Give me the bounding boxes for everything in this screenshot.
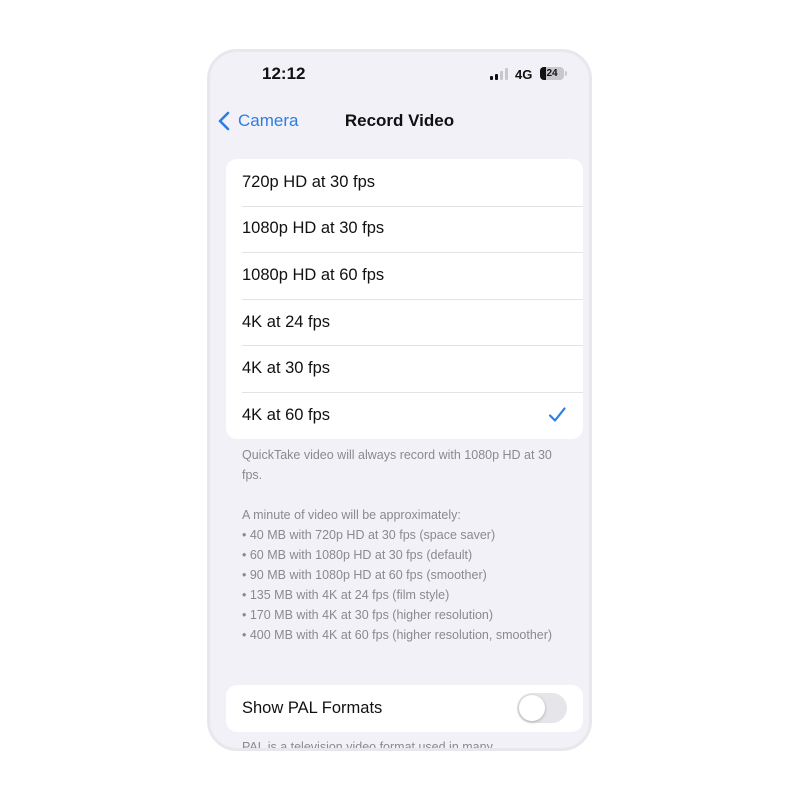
pal-note-text: PAL is a television video format used in… — [242, 740, 493, 751]
cellular-signal-icon — [490, 68, 510, 80]
battery-level-text: 24 — [546, 68, 558, 79]
option-4k-24[interactable]: 4K at 24 fps — [226, 298, 583, 346]
video-size-note: A minute of video will be approximately:… — [242, 505, 572, 645]
size-note-line: • 135 MB with 4K at 24 fps (film style) — [242, 588, 450, 602]
page-title: Record Video — [344, 111, 455, 130]
size-note-heading: A minute of video will be approximately: — [242, 508, 461, 522]
pal-formats-row: Show PAL Formats — [226, 685, 583, 732]
size-note-line: • 60 MB with 1080p HD at 30 fps (default… — [242, 548, 473, 562]
checkmark-icon — [548, 407, 566, 422]
size-note-line: • 90 MB with 1080p HD at 60 fps (smoothe… — [242, 568, 487, 582]
size-note-line: • 400 MB with 4K at 60 fps (higher resol… — [242, 628, 553, 642]
phone-screen: 12:12 4G 24 Camera Record Video 720p HD … — [207, 49, 592, 751]
option-1080p-30[interactable]: 1080p HD at 30 fps — [226, 205, 583, 253]
option-label: 1080p HD at 60 fps — [242, 265, 385, 284]
option-label: 4K at 30 fps — [242, 359, 331, 378]
pal-formats-label: Show PAL Formats — [242, 698, 383, 717]
battery-icon: 24 — [540, 67, 564, 80]
quicktake-note: QuickTake video will always record with … — [242, 445, 572, 485]
pal-formats-toggle[interactable] — [517, 693, 567, 724]
option-1080p-60[interactable]: 1080p HD at 60 fps — [226, 252, 583, 299]
battery-tip — [565, 71, 567, 76]
size-note-line: • 170 MB with 4K at 30 fps (higher resol… — [242, 608, 494, 622]
option-720p-30[interactable]: 720p HD at 30 fps — [226, 159, 583, 206]
option-label: 4K at 60 fps — [242, 405, 331, 424]
option-4k-60[interactable]: 4K at 60 fps — [226, 391, 583, 439]
quicktake-note-text: QuickTake video will always record with … — [242, 448, 552, 482]
toggle-knob — [519, 695, 545, 722]
size-note-line: • 40 MB with 720p HD at 30 fps (space sa… — [242, 528, 496, 542]
option-label: 4K at 24 fps — [242, 312, 331, 331]
status-time: 12:12 — [262, 64, 306, 83]
pal-settings-group: Show PAL Formats — [226, 685, 583, 732]
option-label: 1080p HD at 30 fps — [242, 219, 385, 238]
resolution-options-list: 720p HD at 30 fps 1080p HD at 30 fps 108… — [226, 159, 583, 439]
network-type: 4G — [515, 67, 533, 82]
pal-note: PAL is a television video format used in… — [242, 737, 572, 751]
option-label: 720p HD at 30 fps — [242, 172, 375, 191]
option-4k-30[interactable]: 4K at 30 fps — [226, 345, 583, 392]
